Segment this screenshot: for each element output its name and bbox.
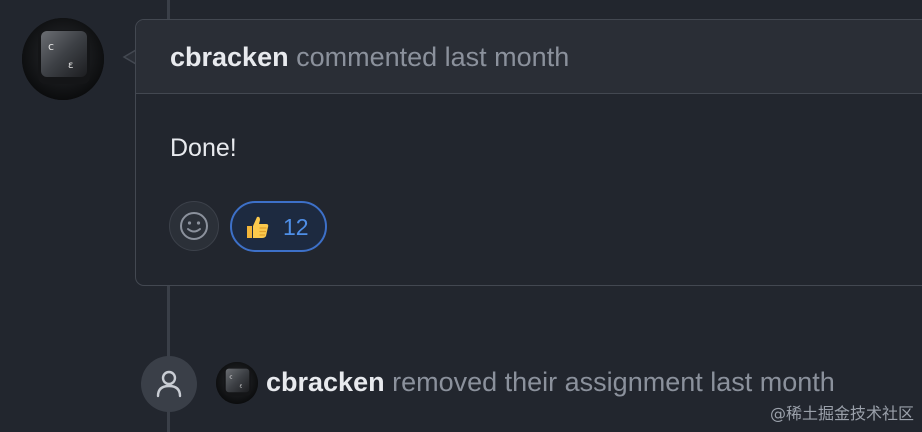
event-type-badge (141, 356, 197, 412)
comment-author-link[interactable]: cbracken (170, 42, 289, 72)
comment-header: cbracken commented last month (136, 20, 922, 94)
svg-text:ε: ε (68, 60, 73, 71)
person-icon (156, 370, 182, 398)
smiley-icon (180, 212, 208, 240)
thumbs-up-reaction-button[interactable]: 12 (230, 201, 327, 252)
comment-card: cbracken commented last month Done! 12 (135, 19, 922, 286)
keycap-avatar-image: c ε (216, 362, 258, 404)
svg-text:ε: ε (240, 384, 243, 390)
issue-timeline: c ε cbracken commented last month Done! (0, 0, 922, 432)
keycap-avatar-image: c ε (22, 18, 104, 100)
event-description: cbracken removed their assignment last m… (266, 365, 835, 399)
comment-body: Done! (170, 134, 237, 162)
comment-action-text: commented last month (296, 42, 570, 72)
comment-header-text: cbracken commented last month (170, 40, 569, 74)
svg-text:c: c (48, 40, 54, 53)
event-actor-avatar[interactable]: c ε (216, 362, 258, 404)
thumbs-up-icon (247, 216, 269, 238)
svg-text:c: c (229, 374, 232, 380)
event-action-text: removed their assignment last month (392, 367, 835, 397)
comment-author-avatar[interactable]: c ε (22, 18, 104, 100)
add-reaction-button[interactable] (169, 201, 219, 251)
event-actor-link[interactable]: cbracken (266, 367, 385, 397)
watermark: @稀土掘金技术社区 (769, 404, 914, 423)
reaction-count: 12 (283, 214, 309, 240)
